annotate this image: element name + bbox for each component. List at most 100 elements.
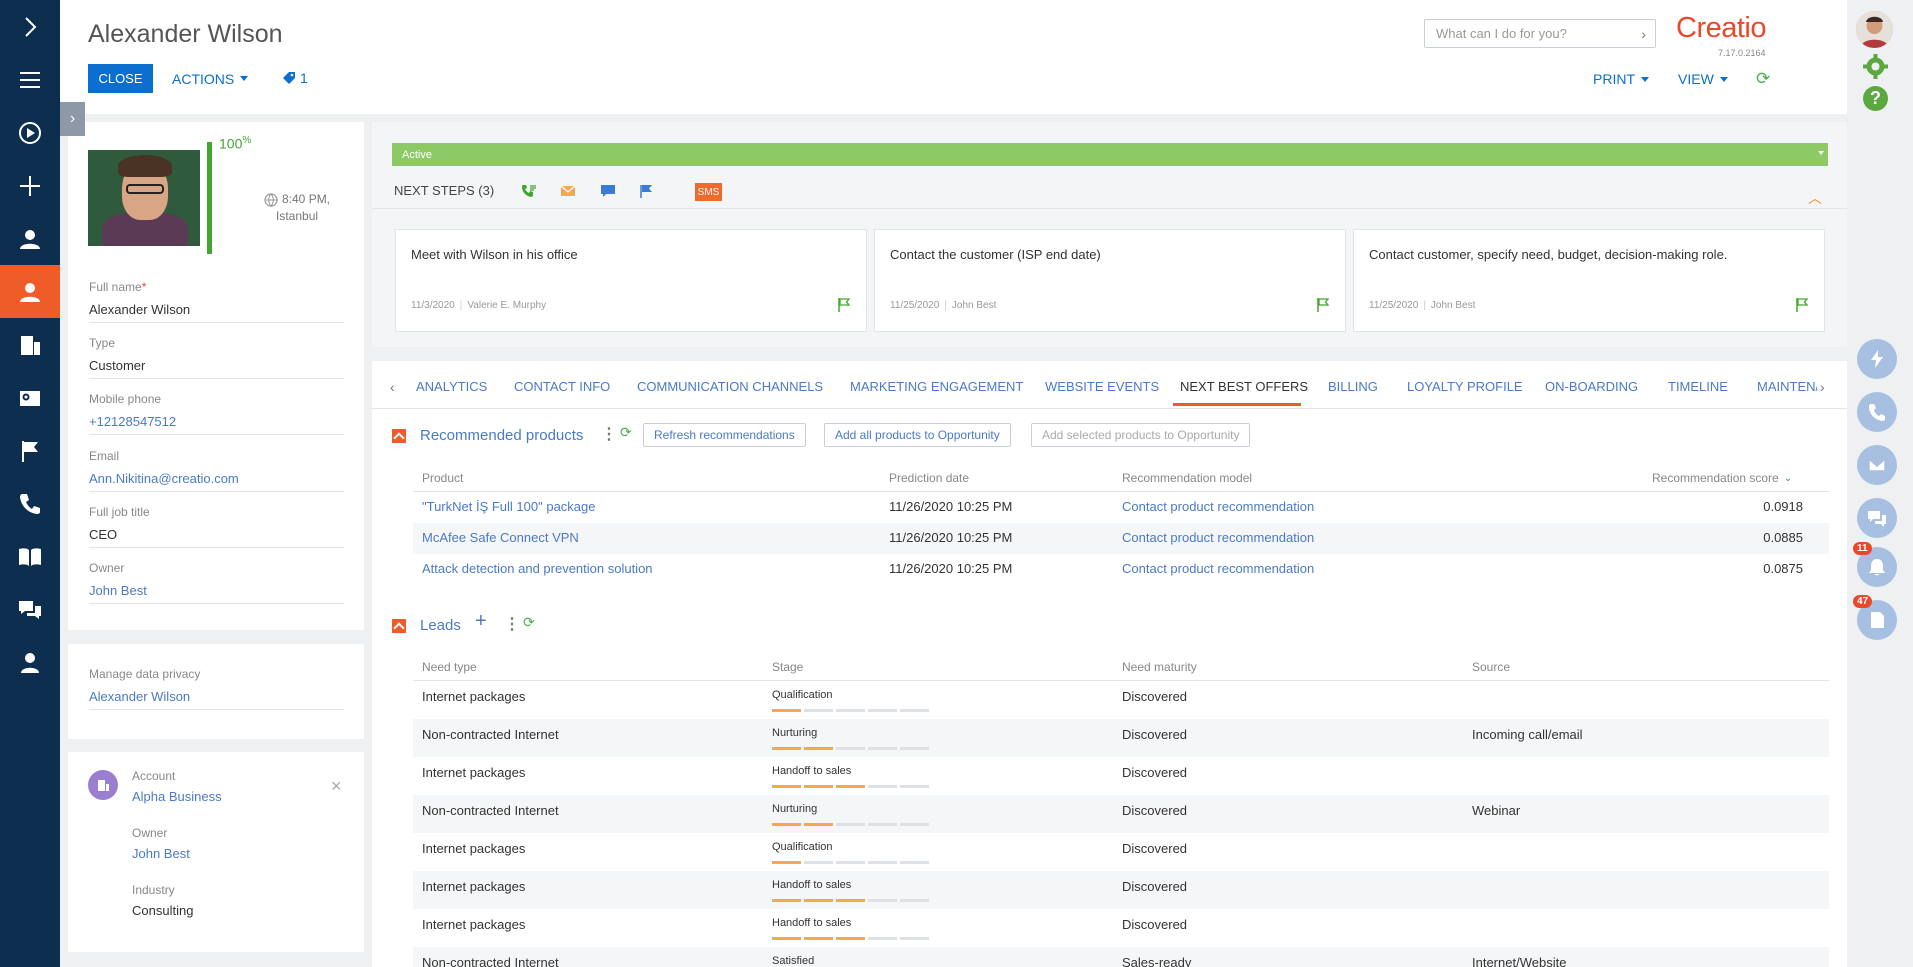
next-step-card[interactable]: Contact the customer (ISP end date) 11/25… — [874, 229, 1346, 332]
add-selected-products-button[interactable]: Add selected products to Opportunity — [1031, 423, 1251, 447]
complete-flag-icon[interactable] — [1316, 297, 1330, 313]
column-source[interactable]: Source — [1472, 660, 1510, 674]
flag-icon[interactable] — [0, 424, 60, 477]
tab-mainten[interactable]: MAINTEN/ — [1757, 379, 1817, 394]
model-cell[interactable]: Contact product recommendation — [1122, 499, 1314, 514]
collapse-section-icon[interactable] — [392, 428, 406, 443]
refresh-icon[interactable]: ⟳ — [620, 424, 632, 441]
contact-section-icon[interactable] — [0, 265, 60, 318]
profile-completeness[interactable]: 100% — [219, 135, 251, 152]
refresh-recommendations-button[interactable]: Refresh recommendations — [643, 423, 806, 447]
view-dropdown[interactable]: VIEW — [1678, 71, 1728, 87]
user-avatar[interactable] — [1856, 11, 1893, 48]
table-row[interactable] — [413, 719, 1829, 757]
tags-button[interactable]: 1 — [282, 70, 308, 86]
contacts-icon[interactable] — [0, 212, 60, 265]
close-button[interactable]: CLOSE — [88, 64, 153, 93]
tab-communication-channels[interactable]: COMMUNICATION CHANNELS — [637, 379, 823, 394]
settings-gear-icon[interactable] — [1862, 53, 1889, 80]
flag-icon[interactable] — [639, 184, 655, 198]
process-panel-button[interactable] — [1857, 339, 1897, 379]
next-step-card[interactable]: Meet with Wilson in his office 11/3/2020 |… — [395, 229, 867, 332]
tab-analytics[interactable]: ANALYTICS — [416, 379, 487, 394]
tab-marketing-engagement[interactable]: MARKETING ENGAGEMENT — [850, 379, 1023, 394]
refresh-icon[interactable]: ⟳ — [523, 614, 535, 631]
model-cell[interactable]: Contact product recommendation — [1122, 530, 1314, 545]
tab-timeline[interactable]: TIMELINE — [1668, 379, 1728, 394]
sms-button[interactable]: SMS — [695, 183, 722, 201]
table-row[interactable] — [413, 681, 1829, 719]
tab-billing[interactable]: BILLING — [1328, 379, 1378, 394]
recommended-products-title[interactable]: Recommended products — [420, 427, 583, 444]
table-row[interactable] — [413, 523, 1829, 554]
field-value[interactable]: CEO — [89, 527, 344, 548]
email-panel-button[interactable] — [1857, 445, 1897, 485]
field-value[interactable]: John Best — [89, 583, 344, 604]
chat-icon[interactable] — [0, 583, 60, 636]
add-icon[interactable] — [0, 159, 60, 212]
column-product[interactable]: Product — [422, 471, 463, 485]
table-row[interactable] — [413, 909, 1829, 947]
status-bar[interactable]: Active — [392, 143, 1828, 166]
table-row[interactable] — [413, 492, 1829, 523]
tab-on-boarding[interactable]: ON-BOARDING — [1545, 379, 1638, 394]
user-management-icon[interactable] — [0, 636, 60, 689]
tab-website-events[interactable]: WEBSITE EVENTS — [1045, 379, 1159, 394]
table-row[interactable] — [413, 795, 1829, 833]
account-value[interactable]: Alpha Business — [132, 789, 222, 804]
call-icon[interactable] — [521, 184, 537, 198]
call-panel-button[interactable] — [1857, 392, 1897, 432]
help-icon[interactable]: ? — [1863, 86, 1888, 111]
next-step-card[interactable]: Contact customer, specify need, budget, … — [1353, 229, 1825, 332]
field-value[interactable]: Customer — [89, 358, 344, 379]
command-search-input[interactable]: What can I do for you? › — [1424, 19, 1656, 48]
chevron-left-icon[interactable]: ‹ — [390, 379, 395, 395]
product-cell[interactable]: Attack detection and prevention solution — [422, 561, 653, 576]
processes-play-icon[interactable] — [0, 106, 60, 159]
table-row[interactable] — [413, 757, 1829, 795]
product-cell[interactable]: McAfee Safe Connect VPN — [422, 530, 579, 545]
account-owner-value[interactable]: John Best — [132, 846, 190, 861]
feed-panel-button[interactable] — [1857, 498, 1897, 538]
knowledge-book-icon[interactable] — [0, 530, 60, 583]
column-prediction-date[interactable]: Prediction date — [889, 471, 969, 485]
chevron-up-icon[interactable]: ︿ — [1808, 188, 1822, 208]
accounts-icon[interactable] — [0, 318, 60, 371]
leads-title[interactable]: Leads — [420, 617, 461, 634]
print-dropdown[interactable]: PRINT — [1593, 71, 1649, 87]
table-row[interactable] — [413, 871, 1829, 909]
column-need-type[interactable]: Need type — [422, 660, 477, 674]
column-stage[interactable]: Stage — [772, 660, 803, 674]
tab-next-best-offers[interactable]: NEXT BEST OFFERS — [1180, 379, 1308, 394]
more-options-icon[interactable]: ⋮ — [601, 424, 617, 444]
more-options-icon[interactable]: ⋮ — [504, 614, 520, 634]
field-value[interactable]: Ann.Nikitina@creatio.com — [89, 471, 344, 492]
column-recommendation-score[interactable]: Recommendation score ⌄ — [1652, 471, 1792, 485]
actions-dropdown[interactable]: ACTIONS — [172, 64, 249, 93]
column-recommendation-model[interactable]: Recommendation model — [1122, 471, 1252, 485]
next-steps-title[interactable]: NEXT STEPS (3) — [394, 183, 494, 198]
notifications-button[interactable]: 11 — [1853, 542, 1897, 587]
complete-flag-icon[interactable] — [1795, 297, 1809, 313]
privacy-value[interactable]: Alexander Wilson — [89, 689, 344, 710]
product-cell[interactable]: "TurkNet İŞ Full 100" package — [422, 499, 596, 514]
menu-icon[interactable] — [0, 53, 60, 106]
table-row[interactable] — [413, 947, 1829, 967]
column-need-maturity[interactable]: Need maturity — [1122, 660, 1197, 674]
tab-contact-info[interactable]: CONTACT INFO — [514, 379, 610, 394]
complete-flag-icon[interactable] — [837, 297, 851, 313]
contact-photo[interactable] — [88, 150, 200, 246]
add-lead-icon[interactable]: + — [475, 610, 487, 633]
collapse-panel-toggle[interactable]: › — [60, 102, 85, 136]
message-icon[interactable] — [600, 184, 616, 198]
collapse-section-icon[interactable] — [392, 618, 406, 633]
tab-loyalty-profile[interactable]: LOYALTY PROFILE — [1407, 379, 1523, 394]
model-cell[interactable]: Contact product recommendation — [1122, 561, 1314, 576]
close-icon[interactable]: × — [331, 776, 342, 797]
tasks-button[interactable]: 47 — [1853, 595, 1897, 640]
id-card-icon[interactable] — [0, 371, 60, 424]
field-value[interactable]: +12128547512 — [89, 414, 344, 435]
refresh-icon[interactable]: ⟳ — [1756, 69, 1770, 89]
field-value[interactable]: Alexander Wilson — [89, 302, 344, 323]
table-row[interactable] — [413, 833, 1829, 871]
